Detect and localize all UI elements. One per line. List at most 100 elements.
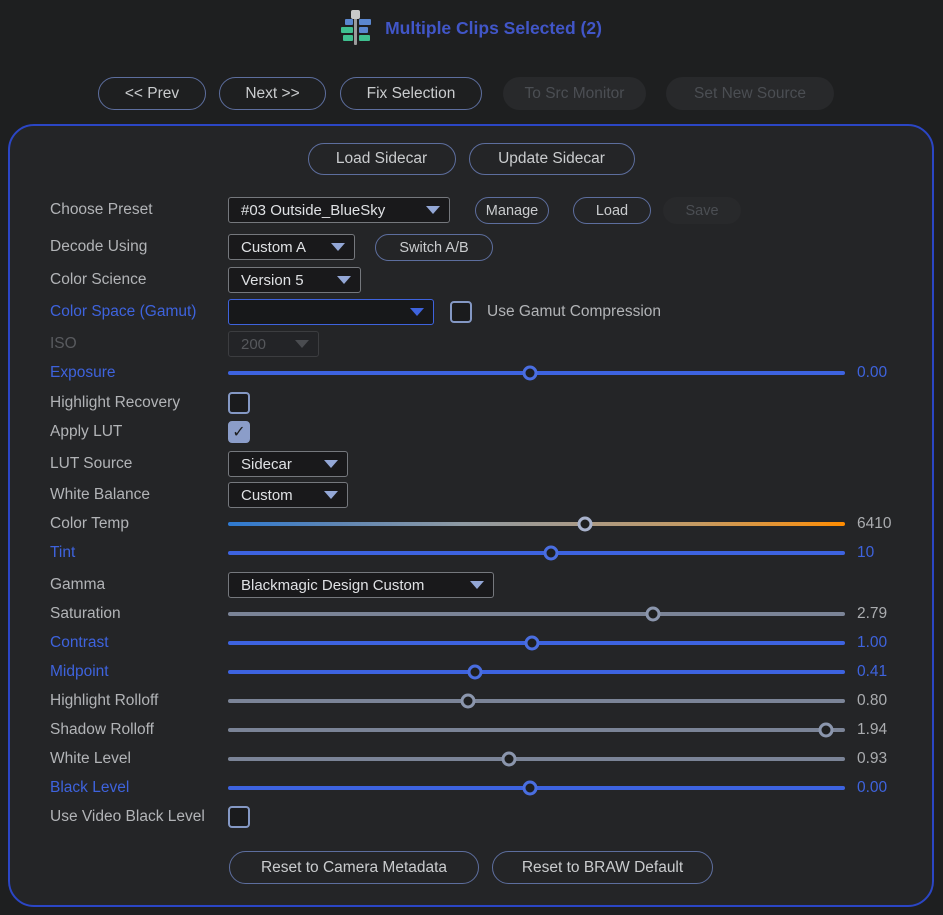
row-tint: Tint 10 <box>10 541 932 565</box>
chevron-down-icon <box>426 206 440 214</box>
row-iso: ISO 200 <box>10 330 932 358</box>
highlight-rolloff-slider-track <box>228 699 845 703</box>
saturation-slider-track <box>228 612 845 616</box>
decode-using-dropdown[interactable]: Custom A <box>228 234 355 260</box>
exposure-value: 0.00 <box>857 361 887 385</box>
contrast-slider[interactable] <box>228 631 845 655</box>
apply-lut-checkbox[interactable] <box>228 421 250 443</box>
color-space-label: Color Space (Gamut) <box>50 298 196 326</box>
tint-slider-thumb[interactable] <box>543 546 558 561</box>
reset-braw-default-button[interactable]: Reset to BRAW Default <box>492 851 713 884</box>
clips-icon-bar <box>345 19 353 25</box>
exposure-slider-thumb[interactable] <box>522 366 537 381</box>
fix-selection-button[interactable]: Fix Selection <box>340 77 482 110</box>
chevron-down-icon <box>410 308 424 316</box>
tint-label: Tint <box>50 541 75 565</box>
gamma-dropdown-value: Blackmagic Design Custom <box>241 577 424 594</box>
apply-lut-label: Apply LUT <box>50 421 122 443</box>
white-level-slider[interactable] <box>228 747 845 771</box>
nav-button-row: << Prev Next >> Fix Selection To Src Mon… <box>98 77 834 110</box>
highlight-recovery-checkbox[interactable] <box>228 392 250 414</box>
row-exposure: Exposure 0.00 <box>10 361 932 385</box>
midpoint-slider-thumb[interactable] <box>467 665 482 680</box>
clips-icon-playhead <box>354 15 357 45</box>
black-level-slider[interactable] <box>228 776 845 800</box>
color-space-dropdown[interactable] <box>228 299 434 325</box>
midpoint-value: 0.41 <box>857 660 887 684</box>
use-video-black-level-label: Use Video Black Level <box>50 806 205 828</box>
white-balance-dropdown[interactable]: Custom <box>228 482 348 508</box>
row-color-science: Color Science Version 5 <box>10 266 932 294</box>
clips-icon-bar <box>343 35 353 41</box>
lut-source-dropdown-value: Sidecar <box>241 456 292 473</box>
row-gamma: Gamma Blackmagic Design Custom <box>10 571 932 599</box>
tint-slider[interactable] <box>228 541 845 565</box>
color-temp-slider-track <box>228 522 845 526</box>
color-science-dropdown[interactable]: Version 5 <box>228 267 361 293</box>
update-sidecar-button[interactable]: Update Sidecar <box>469 143 635 175</box>
white-level-slider-thumb[interactable] <box>501 752 516 767</box>
color-temp-slider[interactable] <box>228 512 845 536</box>
gamma-label: Gamma <box>50 571 105 599</box>
highlight-rolloff-slider-thumb[interactable] <box>461 694 476 709</box>
prev-button[interactable]: << Prev <box>98 77 206 110</box>
saturation-slider-thumb[interactable] <box>646 607 661 622</box>
choose-preset-label: Choose Preset <box>50 196 153 224</box>
clips-icon-playhead-knob <box>351 10 360 19</box>
black-level-slider-thumb[interactable] <box>522 781 537 796</box>
to-src-monitor-button: To Src Monitor <box>503 77 646 110</box>
use-gamut-compression-checkbox[interactable] <box>450 301 472 323</box>
highlight-rolloff-value: 0.80 <box>857 689 887 713</box>
saturation-label: Saturation <box>50 602 121 626</box>
row-midpoint: Midpoint 0.41 <box>10 660 932 684</box>
next-button[interactable]: Next >> <box>219 77 326 110</box>
shadow-rolloff-slider-thumb[interactable] <box>818 723 833 738</box>
saturation-slider[interactable] <box>228 602 845 626</box>
color-temp-slider-thumb[interactable] <box>577 517 592 532</box>
clips-icon-bar <box>359 27 368 33</box>
chevron-down-icon <box>337 276 351 284</box>
highlight-rolloff-slider[interactable] <box>228 689 845 713</box>
iso-dropdown: 200 <box>228 331 319 357</box>
switch-ab-button[interactable]: Switch A/B <box>375 234 493 261</box>
load-preset-button[interactable]: Load <box>573 197 651 224</box>
black-level-label: Black Level <box>50 776 129 800</box>
header: Multiple Clips Selected (2) <box>0 10 943 46</box>
row-use-video-black-level: Use Video Black Level <box>10 806 932 828</box>
chevron-down-icon <box>324 491 338 499</box>
clips-icon <box>341 10 371 46</box>
row-saturation: Saturation 2.79 <box>10 602 932 626</box>
tint-slider-track <box>228 551 845 555</box>
chevron-down-icon <box>324 460 338 468</box>
gamma-dropdown[interactable]: Blackmagic Design Custom <box>228 572 494 598</box>
iso-dropdown-value: 200 <box>241 336 266 353</box>
decode-using-dropdown-value: Custom A <box>241 239 306 256</box>
white-balance-label: White Balance <box>50 481 150 509</box>
saturation-value: 2.79 <box>857 602 887 626</box>
highlight-recovery-label: Highlight Recovery <box>50 392 180 414</box>
midpoint-slider[interactable] <box>228 660 845 684</box>
midpoint-slider-track <box>228 670 845 674</box>
color-science-dropdown-value: Version 5 <box>241 272 304 289</box>
clips-icon-bar <box>341 27 353 33</box>
contrast-slider-thumb[interactable] <box>525 636 540 651</box>
preset-dropdown[interactable]: #03 Outside_BlueSky <box>228 197 450 223</box>
row-white-level: White Level 0.93 <box>10 747 932 771</box>
row-highlight-recovery: Highlight Recovery <box>10 392 932 414</box>
row-white-balance: White Balance Custom <box>10 481 932 509</box>
color-temp-value: 6410 <box>857 512 891 536</box>
braw-settings-panel: Load Sidecar Update Sidecar Choose Prese… <box>8 124 934 907</box>
shadow-rolloff-slider[interactable] <box>228 718 845 742</box>
load-sidecar-button[interactable]: Load Sidecar <box>308 143 456 175</box>
shadow-rolloff-slider-track <box>228 728 845 732</box>
contrast-label: Contrast <box>50 631 109 655</box>
exposure-slider[interactable] <box>228 361 845 385</box>
color-temp-label: Color Temp <box>50 512 129 536</box>
reset-button-row: Reset to Camera Metadata Reset to BRAW D… <box>10 851 932 884</box>
reset-camera-metadata-button[interactable]: Reset to Camera Metadata <box>229 851 479 884</box>
manage-preset-button[interactable]: Manage <box>475 197 549 224</box>
use-video-black-level-checkbox[interactable] <box>228 806 250 828</box>
clips-icon-bar <box>359 35 370 41</box>
preset-dropdown-value: #03 Outside_BlueSky <box>241 202 385 219</box>
lut-source-dropdown[interactable]: Sidecar <box>228 451 348 477</box>
